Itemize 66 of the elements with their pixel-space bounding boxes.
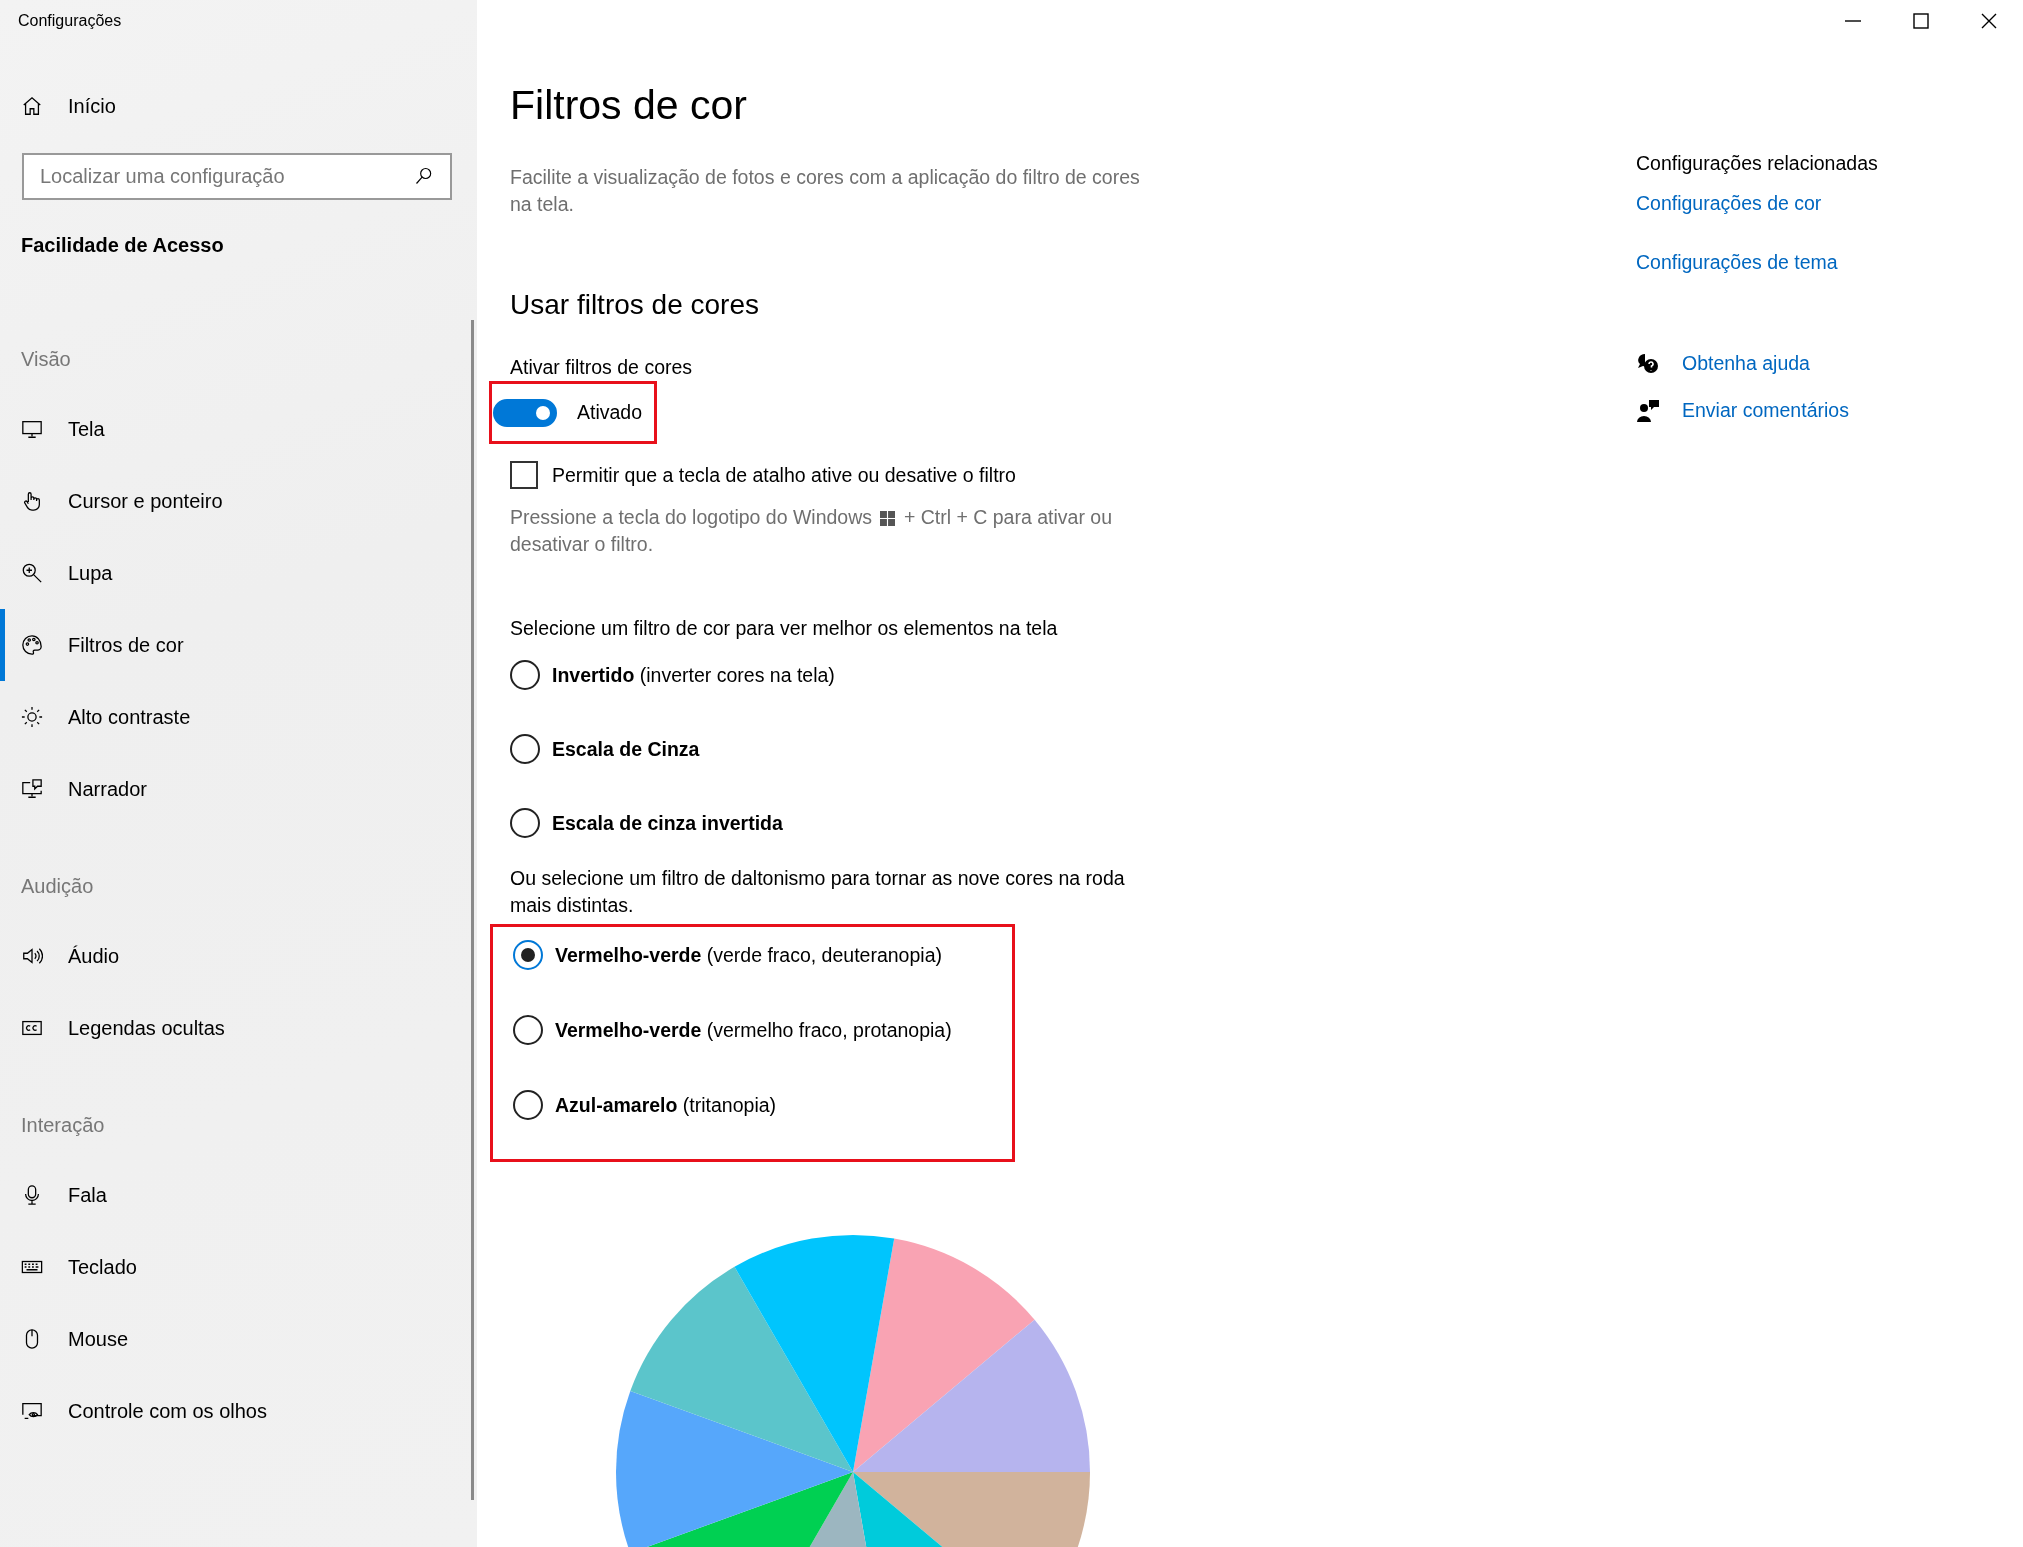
eye-monitor-icon [21,1400,43,1422]
category-heading: Facilidade de Acesso [21,233,224,258]
home-nav-item[interactable]: Início [0,84,477,128]
checkbox-label[interactable]: Permitir que a tecla de atalho ative ou desative o filtro [552,463,1016,487]
hint-text: Pressione a tecla do logotipo do Windows [510,505,873,530]
zoom-in-icon [21,562,43,584]
nav-item[interactable]: Controle com os olhos [0,1375,477,1447]
nav-item[interactable]: Narrador [0,753,477,825]
radio-button[interactable] [513,1015,543,1045]
person-speech-icon [1636,398,1660,423]
prompt-text: Ou selecione um filtro de daltonismo para tornar as nove cores na roda mais distintas. [510,866,1126,918]
page-title: Filtros de cor [510,81,747,130]
maximize-icon [1913,13,1929,29]
sun-icon [21,706,43,728]
toggle-switch[interactable] [493,398,557,427]
search-field[interactable]: Localizar uma configuração [22,153,452,200]
hint-text: + Ctrl + C para ativar ou [903,505,1112,530]
nav-item[interactable]: Legendas ocultas [0,992,477,1064]
nav-item[interactable]: Tela [0,393,477,465]
radio-label[interactable]: Vermelho-verde (vermelho fraco, protanopia) [555,1018,952,1042]
radio-label[interactable]: Azul-amarelo (tritanopia) [555,1093,777,1117]
radio-label[interactable]: Escala de cinza invertida [552,811,783,835]
related-link[interactable]: Configurações de tema [1636,249,1838,276]
hint-text: desativar o filtro. [510,532,654,557]
related-heading: Configurações relacionadas [1636,151,1878,176]
scrollbar[interactable] [471,320,474,1500]
prompt-text: Selecione um filtro de cor para ver melhor os elementos na tela [510,617,1058,640]
support-link[interactable]: Obtenha ajuda [1682,350,1810,377]
minimize-icon [1845,20,1861,22]
nav-item[interactable]: Mouse [0,1303,477,1375]
page-description: Facilite a visualização de fotos e cores com a aplicação do filtro de cores na tela. [510,165,1141,217]
nav-item[interactable]: Cursor e ponteiro [0,465,477,537]
search-icon [414,166,434,186]
hand-pointer-icon [21,490,43,512]
nav-item[interactable]: Filtros de cor [0,609,477,681]
nav-item[interactable]: Áudio [0,920,477,992]
group-heading: Interação [21,1113,105,1138]
group-heading: Visão [21,347,71,372]
support-link[interactable]: Enviar comentários [1682,397,1849,424]
speaker-icon [21,945,43,967]
nav-item[interactable]: Teclado [0,1231,477,1303]
nav-item[interactable]: Alto contraste [0,681,477,753]
toggle-state: Ativado [577,401,643,424]
radio-label[interactable]: Invertido (inverter cores na tela) [552,663,835,687]
palette-icon [21,634,43,656]
chat-question-icon [1636,351,1660,376]
nav-item[interactable]: Lupa [0,537,477,609]
home-icon [21,95,43,117]
radio-label[interactable]: Vermelho-verde (verde fraco, deuteranopia) [555,943,942,967]
monitor-speech-icon [21,778,43,800]
radio-button[interactable] [513,940,543,970]
related-link[interactable]: Configurações de cor [1636,190,1822,217]
radio-label[interactable]: Escala de Cinza [552,737,700,761]
monitor-icon [21,418,43,440]
toggle-label: Ativar filtros de cores [510,355,693,380]
group-heading: Audição [21,874,94,899]
radio-button[interactable] [510,808,540,838]
windows-logo-icon [880,511,896,526]
checkbox[interactable] [510,461,538,489]
close-icon [1981,13,1997,29]
nav-item[interactable]: Fala [0,1159,477,1231]
radio-button[interactable] [513,1090,543,1120]
radio-button[interactable] [510,660,540,690]
section-heading: Usar filtros de cores [510,288,759,322]
radio-button[interactable] [510,734,540,764]
window-title: Configurações [18,12,122,30]
